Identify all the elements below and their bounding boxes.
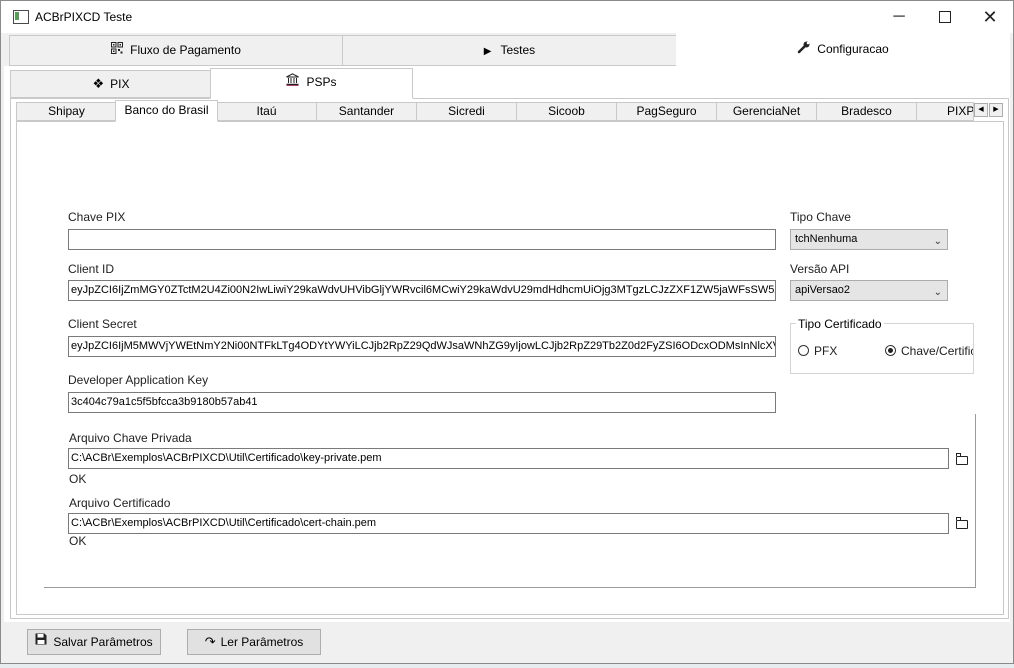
salvar-parametros-label: Salvar Parâmetros <box>53 635 153 649</box>
tab-configuracao-label: Configuracao <box>817 42 889 56</box>
chave-pix-label: Chave PIX <box>68 210 126 224</box>
tab-psps-label: PSPs <box>306 75 337 89</box>
tipo-chave-value: tchNenhuma <box>795 233 858 245</box>
arquivo-chave-input[interactable]: C:\ACBr\Exemplos\ACBrPIXCD\Util\Certific… <box>68 448 949 469</box>
close-button[interactable]: ✕ <box>967 1 1013 33</box>
salvar-parametros-button[interactable]: Salvar Parâmetros <box>27 629 161 655</box>
pix-diamond-icon: ❖ <box>92 76 105 91</box>
tab-pix[interactable]: ❖ PIX <box>10 70 212 98</box>
chevron-down-icon: ⌄ <box>933 236 942 247</box>
radio-chave-certificado[interactable]: Chave/Certificado <box>885 343 973 359</box>
tab-psp-label: Bradesco <box>841 104 892 118</box>
maximize-icon <box>939 10 951 23</box>
tab-testes-label: Testes <box>500 43 536 57</box>
client-id-input[interactable]: eyJpZCI6IjZmMGY0ZTctM2U4Zi00N2IwLiwiY29k… <box>68 280 776 301</box>
tab-psps[interactable]: PSPs <box>210 68 413 99</box>
tab-psp-bradesco[interactable]: Bradesco <box>816 102 917 121</box>
versao-api-value: apiVersao2 <box>795 284 851 296</box>
versao-api-select[interactable]: apiVersao2 ⌄ <box>790 280 948 301</box>
tab-psp-banco-do-brasil[interactable]: Banco do Brasil <box>115 100 218 122</box>
tab-psp-sicoob[interactable]: Sicoob <box>516 102 617 121</box>
tab-psp-shipay[interactable]: Shipay <box>16 102 117 121</box>
tab-fluxo-pagamento[interactable]: Fluxo de Pagamento <box>9 35 343 66</box>
tab-scroll-left-button[interactable]: ◀ <box>974 103 988 117</box>
radio-chave-certificado-circle <box>885 345 896 356</box>
tab-psp-pagseguro[interactable]: PagSeguro <box>616 102 717 121</box>
arquivo-chave-status: OK <box>69 472 87 486</box>
wrench-icon <box>797 35 811 65</box>
tab-psp-label: GerenciaNet <box>732 104 801 118</box>
floppy-disk-icon <box>35 629 47 653</box>
tab-psp-label: PIXPDV <box>947 104 974 118</box>
client-secret-input[interactable]: eyJpZCI6IjM5MWVjYWEtNmY2Ni00NTFkLTg4ODYt… <box>68 336 776 357</box>
tab-psp-label: Itaú <box>256 104 277 118</box>
tab-configuracao[interactable]: Configuracao <box>676 33 1010 67</box>
title-bar: ACBrPIXCD Teste ─ ✕ <box>1 1 1013 33</box>
client-secret-label: Client Secret <box>68 317 137 331</box>
tab-psp-label: Banco do Brasil <box>124 103 209 117</box>
tab-psp-sicredi[interactable]: Sicredi <box>416 102 517 121</box>
tab-psp-santander[interactable]: Santander <box>316 102 417 121</box>
arquivo-certificado-label: Arquivo Certificado <box>69 496 171 510</box>
tab-testes[interactable]: ▶ Testes <box>342 35 677 66</box>
radio-pfx[interactable]: PFX <box>798 343 858 359</box>
client-id-label: Client ID <box>68 262 115 276</box>
arquivo-certificado-status: OK <box>69 534 87 548</box>
tab-psp-label: Santander <box>338 104 395 118</box>
minimize-button[interactable]: ─ <box>876 1 922 33</box>
folder-icon[interactable] <box>955 453 968 465</box>
bank-icon <box>286 69 300 96</box>
tab-psp-label: Shipay <box>48 104 85 118</box>
maximize-button[interactable] <box>922 1 968 33</box>
tipo-certificado-label: Tipo Certificado <box>796 317 884 331</box>
app-window: ACBrPIXCD Teste ─ ✕ Fluxo de Pagamento ▶… <box>0 0 1014 664</box>
folder-icon[interactable] <box>955 517 968 529</box>
tab-psp-gerencianet[interactable]: GerenciaNet <box>716 102 817 121</box>
radio-chave-certificado-label: Chave/Certificado <box>901 344 973 358</box>
chave-pix-input[interactable] <box>68 229 776 250</box>
tab-scroll-right-button[interactable]: ▶ <box>989 103 1003 117</box>
radio-pfx-label: PFX <box>814 344 838 358</box>
tipo-chave-label: Tipo Chave <box>790 210 851 224</box>
tab-psp-pixpdv[interactable]: PIXPDV <box>916 102 974 121</box>
tab-psp-itau[interactable]: Itaú <box>216 102 317 121</box>
tab-pix-label: PIX <box>110 77 130 91</box>
tab-psp-label: Sicredi <box>448 104 485 118</box>
play-icon: ▶ <box>483 46 492 57</box>
reload-icon: ↷ <box>204 634 216 649</box>
arquivo-certificado-input[interactable]: C:\ACBr\Exemplos\ACBrPIXCD\Util\Certific… <box>68 513 949 534</box>
tab-psp-label: PagSeguro <box>636 104 697 118</box>
tab-fluxo-pagamento-label: Fluxo de Pagamento <box>130 43 241 57</box>
versao-api-label: Versão API <box>790 262 850 276</box>
developer-key-label: Developer Application Key <box>68 373 209 387</box>
radio-pfx-circle <box>798 345 809 356</box>
developer-key-input[interactable]: 3c404c79a1c5f5bfcca3b9180b57ab41 <box>68 392 776 413</box>
chevron-down-icon: ⌄ <box>933 287 942 298</box>
app-icon <box>13 10 29 24</box>
tab-psp-label: Sicoob <box>548 104 585 118</box>
ler-parametros-button[interactable]: ↷ Ler Parâmetros <box>187 629 321 655</box>
tipo-chave-select[interactable]: tchNenhuma ⌄ <box>790 229 948 250</box>
ler-parametros-label: Ler Parâmetros <box>220 635 304 649</box>
window-title: ACBrPIXCD Teste <box>35 10 133 24</box>
qr-code-icon <box>111 36 124 65</box>
arquivo-chave-label: Arquivo Chave Privada <box>69 431 192 445</box>
